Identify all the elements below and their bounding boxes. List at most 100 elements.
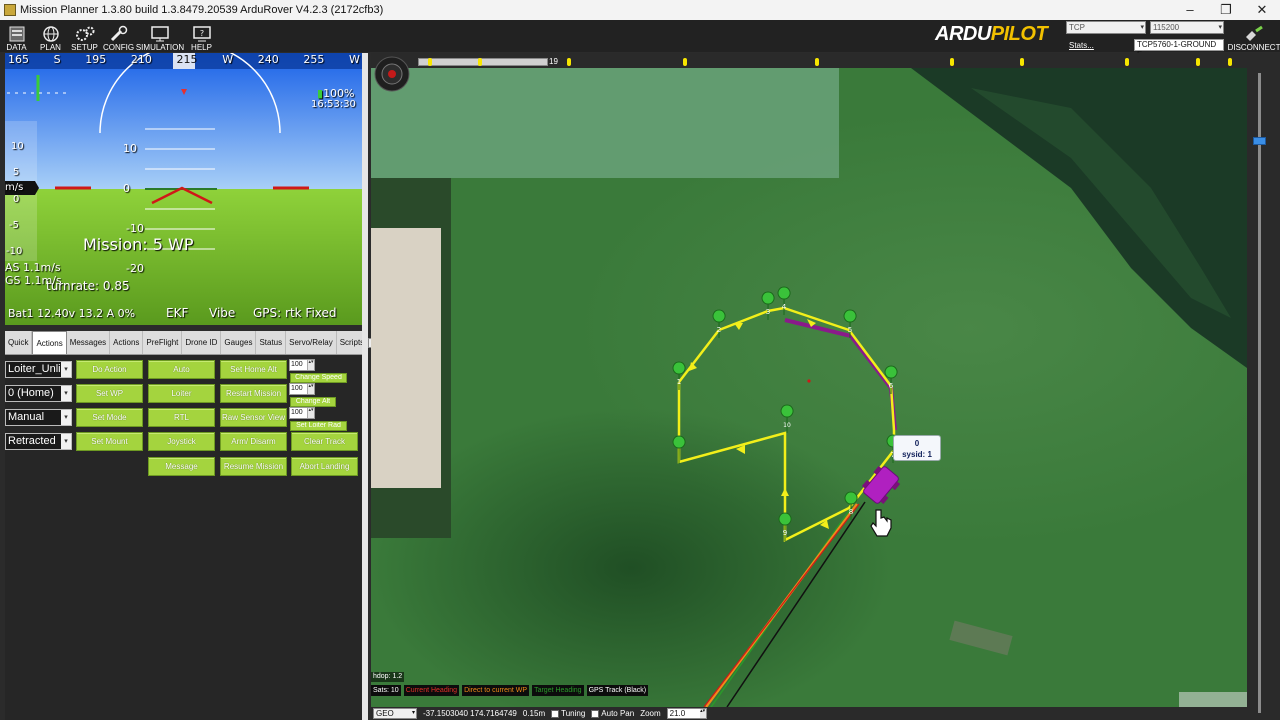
spinner-icon[interactable]: ▴▾ — [307, 408, 314, 418]
restart-mission-button[interactable]: Restart Mission — [220, 384, 287, 403]
protocol-select[interactable]: TCP ▾ — [1066, 21, 1146, 34]
clear-track-button[interactable]: Clear Track — [291, 432, 358, 451]
change-alt-button[interactable]: Change Alt — [290, 397, 336, 407]
coordinate-mode-value: GEO — [376, 709, 394, 718]
set-home-alt-button[interactable]: Set Home Alt — [220, 360, 287, 379]
tab-drone-id[interactable]: Drone ID — [182, 331, 222, 354]
rtl-button[interactable]: RTL — [148, 408, 215, 427]
mode-select[interactable]: Loiter_Unli ▾ — [5, 361, 72, 378]
hud-time: 16:53:30 — [311, 99, 356, 110]
toolbar-setup-button[interactable]: SETUP — [68, 20, 101, 52]
alt-input[interactable]: 100 ▴▾ — [289, 383, 315, 395]
timeline-marker[interactable] — [1125, 58, 1129, 66]
do-action-button[interactable]: Do Action — [76, 360, 143, 379]
toolbar-data-button[interactable]: DATA — [0, 20, 33, 52]
mission-progress-track[interactable] — [418, 58, 548, 66]
waypoint-select[interactable]: 0 (Home) ▾ — [5, 385, 72, 402]
heading-tick: 210 — [130, 53, 152, 66]
maximize-button[interactable]: ❐ — [1208, 0, 1244, 20]
toolbar-plan-label: PLAN — [40, 43, 61, 52]
set-wp-button[interactable]: Set WP — [76, 384, 143, 403]
waypoint-label: 2 — [717, 326, 721, 334]
spinner-icon[interactable]: ▴▾ — [699, 709, 706, 718]
heading-tick: W — [222, 53, 234, 66]
timeline-marker[interactable] — [1196, 58, 1200, 66]
timeline-marker[interactable] — [567, 58, 571, 66]
legend-gps-track: GPS Track (Black) — [586, 685, 649, 696]
toolbar-help-button[interactable]: ? HELP — [185, 20, 218, 52]
plug-icon — [1242, 25, 1266, 43]
arm-disarm-button[interactable]: Arm/ Disarm — [220, 432, 287, 451]
map-record-icon[interactable] — [373, 55, 411, 93]
mount-select[interactable]: Retracted ▾ — [5, 433, 72, 450]
zoom-slider-handle[interactable] — [1253, 137, 1266, 145]
ardupilot-logo: ARDU PILOT — [935, 22, 1048, 46]
turnrate-readout: turnrate: 0.85 — [46, 279, 130, 293]
waypoint-label: 5 — [848, 326, 852, 334]
set-mode-button[interactable]: Set Mode — [76, 408, 143, 427]
timeline-marker[interactable] — [950, 58, 954, 66]
toolbar-config-button[interactable]: CONFIG — [102, 20, 135, 52]
message-button[interactable]: Message — [148, 457, 215, 476]
change-speed-button[interactable]: Change Speed — [290, 373, 347, 383]
tab-actions-2[interactable]: Actions — [110, 331, 144, 354]
vibe-status[interactable]: Vibe — [209, 306, 235, 320]
loiter-rad-input[interactable]: 100 ▴▾ — [289, 407, 315, 419]
tab-quick[interactable]: Quick — [5, 331, 33, 354]
waypoint-label: 4 — [782, 303, 787, 311]
autopan-checkbox[interactable]: Auto Pan — [591, 709, 634, 718]
zoom-input[interactable]: 21.0 ▴▾ — [666, 708, 707, 719]
auto-button[interactable]: Auto — [148, 360, 215, 379]
panel-splitter[interactable] — [362, 53, 368, 720]
timeline-marker[interactable] — [1020, 58, 1024, 66]
resume-mission-button[interactable]: Resume Mission — [220, 457, 287, 476]
tab-preflight[interactable]: PreFlight — [143, 331, 183, 354]
tab-actions[interactable]: Actions — [32, 331, 67, 354]
tab-gauges[interactable]: Gauges — [221, 331, 257, 354]
tab-servo-relay[interactable]: Servo/Relay — [286, 331, 337, 354]
mission-status: Mission: 5 WP — [83, 235, 194, 254]
baud-select[interactable]: 115200 ▾ — [1150, 21, 1224, 34]
close-button[interactable]: ✕ — [1244, 0, 1280, 20]
joystick-button[interactable]: Joystick — [148, 432, 215, 451]
set-loiter-rad-button[interactable]: Set Loiter Rad — [290, 421, 347, 431]
tuning-checkbox[interactable]: Tuning — [551, 709, 585, 718]
checkbox-icon — [591, 709, 600, 718]
toolbar-simulation-button[interactable]: SIMULATION — [136, 20, 184, 52]
port-select[interactable]: TCP5760-1-GROUND F — [1134, 39, 1224, 59]
raw-sensor-view-button[interactable]: Raw Sensor View — [220, 408, 287, 427]
spinner-icon[interactable]: ▴▾ — [307, 384, 314, 394]
tab-status[interactable]: Status — [256, 331, 287, 354]
coordinate-mode-select[interactable]: GEO ▾ — [373, 708, 417, 719]
window-title: Mission Planner 1.3.80 build 1.3.8479.20… — [20, 4, 384, 16]
loiter-button[interactable]: Loiter — [148, 384, 215, 403]
timeline-marker[interactable] — [428, 58, 432, 66]
disconnect-button[interactable]: DISCONNECT — [1228, 22, 1280, 52]
waypoint-label: 8 — [849, 508, 853, 516]
speed-input[interactable]: 100 ▴▾ — [289, 359, 315, 371]
globe-icon — [41, 25, 61, 43]
timeline-marker[interactable] — [1228, 58, 1232, 66]
spinner-icon[interactable]: ▴▾ — [307, 360, 314, 370]
ekf-status[interactable]: EKF — [166, 306, 188, 320]
timeline-value: 19 — [549, 57, 558, 66]
timeline-marker[interactable] — [815, 58, 819, 66]
toolbar-plan-button[interactable]: PLAN — [34, 20, 67, 52]
set-mount-button[interactable]: Set Mount — [76, 432, 143, 451]
minimize-button[interactable]: – — [1172, 0, 1208, 20]
speed-unit: m/s — [5, 182, 24, 193]
waypoint-label: 3 — [766, 308, 770, 316]
gears-icon — [75, 25, 95, 43]
svg-text:?: ? — [199, 29, 203, 38]
tab-messages[interactable]: Messages — [67, 331, 111, 354]
map-view[interactable]: 1 2 3 4 5 6 7 8 9 10 — [371, 68, 1247, 707]
logo-text-pilot: PILOT — [990, 22, 1048, 45]
timeline-marker[interactable] — [683, 58, 687, 66]
cursor-coordinates: -37.1503040 174.7164749 — [423, 709, 517, 718]
heading-tick: 195 — [85, 53, 107, 66]
stats-link[interactable]: Stats... — [1069, 41, 1094, 50]
timeline-marker[interactable] — [478, 58, 482, 66]
zoom-slider-rail[interactable] — [1258, 73, 1261, 713]
abort-landing-button[interactable]: Abort Landing — [291, 457, 358, 476]
flight-mode-select[interactable]: Manual ▾ — [5, 409, 72, 426]
